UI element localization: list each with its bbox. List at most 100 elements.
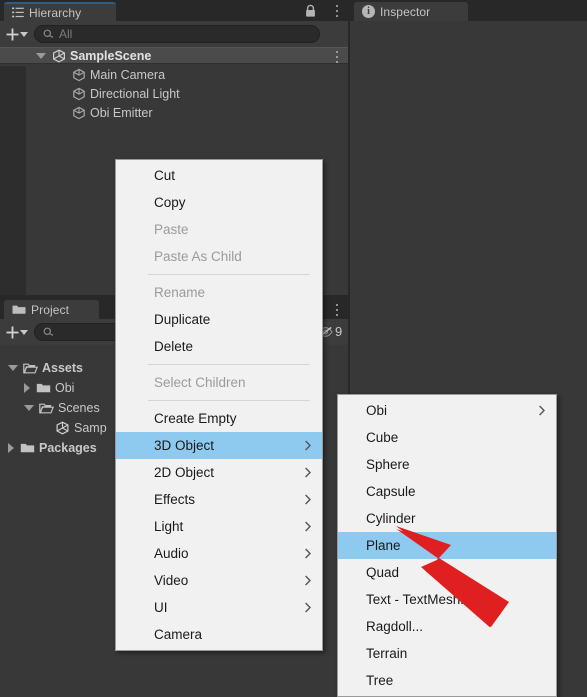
gameobject-cube-icon [72,68,86,82]
menu-item-label: UI [154,600,168,615]
menu-item-label: Video [154,573,189,588]
menu-item-label: Select Children [154,375,246,390]
hierarchy-icon [12,7,24,18]
submenu-item-plane[interactable]: Plane [338,532,556,559]
gameobject-cube-icon [72,87,86,101]
chevron-right-icon[interactable] [24,382,30,393]
project-tree-item-label: Assets [42,360,83,375]
chevron-right-icon[interactable] [8,442,14,453]
submenu-item-label: Obi [366,403,388,418]
menu-item-3d-object[interactable]: 3D Object [116,432,322,459]
tab-project-label: Project [31,302,70,317]
project-hidden-count: 9 [335,324,343,339]
submenu-item-label: Sphere [366,457,410,472]
tab-hierarchy[interactable]: Hierarchy [4,2,116,21]
folder-icon [12,304,26,315]
submenu-item-quad[interactable]: Quad [338,559,556,586]
chevron-down-icon[interactable] [24,404,34,411]
submenu-item-obi[interactable]: Obi [338,397,556,424]
hierarchy-scene-row[interactable]: SampleScene [0,47,348,64]
submenu-item-cylinder[interactable]: Cylinder [338,505,556,532]
menu-item-camera[interactable]: Camera [116,621,322,648]
menu-item-light[interactable]: Light [116,513,322,540]
hierarchy-item-obi-emitter[interactable]: Obi Emitter [0,104,348,121]
unity-scene-icon [52,49,66,63]
submenu-item-capsule[interactable]: Capsule [338,478,556,505]
submenu-item-label: Ragdoll... [366,619,424,634]
menu-separator [148,400,310,401]
menu-item-copy[interactable]: Copy [116,189,322,216]
hierarchy-item-main-camera[interactable]: Main Camera [0,66,348,83]
menu-separator [148,364,310,365]
plus-icon [6,28,19,40]
hierarchy-add-button[interactable] [3,25,31,43]
hierarchy-search-placeholder: All [59,27,73,41]
menu-item-paste: Paste [116,216,322,243]
tab-inspector[interactable]: i Inspector [354,2,468,21]
folder-open-icon [23,362,38,374]
submenu-item-label: Text - TextMeshPro [366,592,482,607]
menu-item-label: Light [154,519,184,534]
chevron-right-icon [538,397,546,424]
chevron-down-icon [20,31,28,37]
unity-editor-window: Hierarchy All SampleScene Main Camera Di… [0,0,587,697]
menu-item-label: Copy [154,195,186,210]
submenu-item-label: Tree [366,673,394,688]
hierarchy-search-input[interactable]: All [34,25,320,43]
lock-icon[interactable] [304,4,317,18]
chevron-right-icon [304,486,312,513]
hierarchy-context-menu[interactable]: Cut Copy Paste Paste As Child Rename Dup… [115,159,323,651]
hierarchy-options-kebab-icon[interactable] [331,5,343,17]
menu-item-label: Create Empty [154,411,237,426]
hierarchy-item-directional-light[interactable]: Directional Light [0,85,348,102]
menu-item-2d-object[interactable]: 2D Object [116,459,322,486]
chevron-down-icon[interactable] [8,364,18,371]
menu-item-label: Delete [154,339,194,354]
tab-inspector-label: Inspector [380,4,431,19]
hierarchy-item-label: Obi Emitter [90,105,153,120]
hierarchy-item-label: Directional Light [90,86,180,101]
submenu-item-sphere[interactable]: Sphere [338,451,556,478]
menu-item-rename: Rename [116,279,322,306]
submenu-item-tree[interactable]: Tree [338,667,556,694]
hierarchy-toolbar: All [0,21,348,47]
project-tree-item-label: Scenes [58,400,100,415]
menu-separator [148,274,310,275]
folder-icon [20,442,35,454]
hierarchy-scene-kebab-icon[interactable] [331,51,343,63]
plus-icon [6,326,19,338]
search-icon [43,327,54,338]
menu-item-delete[interactable]: Delete [116,333,322,360]
submenu-item-cube[interactable]: Cube [338,424,556,451]
menu-item-ui[interactable]: UI [116,594,322,621]
menu-item-label: 2D Object [154,465,215,480]
menu-item-label: 3D Object [154,438,215,453]
menu-item-label: Duplicate [154,312,211,327]
menu-item-label: Camera [154,627,203,642]
project-options-kebab-icon[interactable] [331,304,343,316]
menu-item-label: Audio [154,546,189,561]
submenu-item-text-textmeshpro[interactable]: Text - TextMeshPro [338,586,556,613]
chevron-right-icon [304,459,312,486]
menu-item-cut[interactable]: Cut [116,162,322,189]
menu-item-duplicate[interactable]: Duplicate [116,306,322,333]
info-icon: i [362,5,375,18]
submenu-item-label: Plane [366,538,401,553]
menu-item-create-empty[interactable]: Create Empty [116,405,322,432]
submenu-item-ragdoll[interactable]: Ragdoll... [338,613,556,640]
tab-project[interactable]: Project [4,300,99,319]
menu-item-audio[interactable]: Audio [116,540,322,567]
menu-item-label: Rename [154,285,206,300]
menu-item-paste-as-child: Paste As Child [116,243,322,270]
unity-scene-icon [55,421,70,435]
submenu-item-label: Cylinder [366,511,416,526]
menu-item-video[interactable]: Video [116,567,322,594]
project-tree-item-label: Obi [55,380,75,395]
chevron-down-icon[interactable] [36,52,46,59]
menu-item-effects[interactable]: Effects [116,486,322,513]
submenu-3d-object[interactable]: Obi Cube Sphere Capsule Cylinder Plane Q… [337,394,557,697]
submenu-item-terrain[interactable]: Terrain [338,640,556,667]
project-add-button[interactable] [3,323,31,341]
submenu-item-label: Cube [366,430,399,445]
folder-open-icon [39,402,54,414]
